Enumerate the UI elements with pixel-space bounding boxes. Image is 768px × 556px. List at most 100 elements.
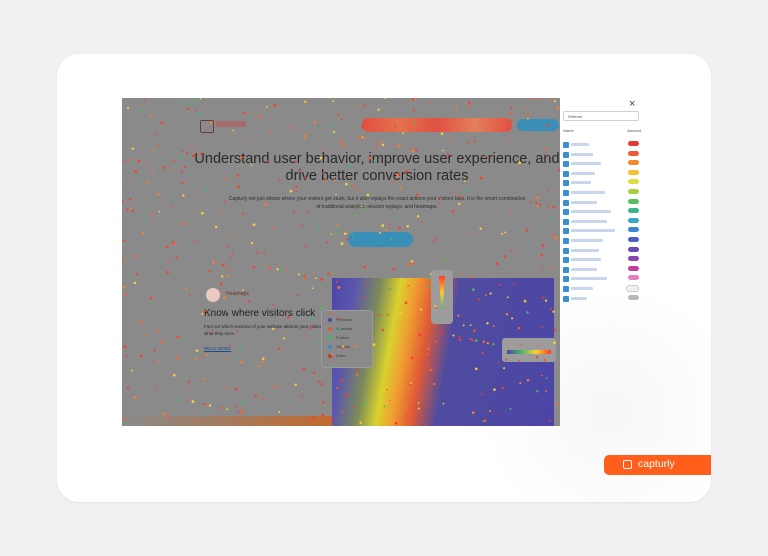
row-checkbox[interactable] [563,238,569,244]
close-icon[interactable]: × [629,98,635,110]
row-checkbox[interactable] [563,151,569,158]
click-dot [327,272,330,275]
click-dot [375,145,378,148]
click-dot [458,335,461,338]
referrer-row[interactable] [563,189,641,196]
click-dot [296,294,299,297]
click-dot [415,148,418,151]
color-swatch[interactable] [628,169,639,175]
click-dot [384,228,388,232]
row-checkbox[interactable] [563,257,569,264]
row-checkbox[interactable] [563,209,569,216]
click-dot [173,198,176,201]
color-swatch[interactable] [628,246,639,252]
click-dot [153,349,156,352]
click-dot [427,347,430,350]
referrer-row[interactable] [563,237,641,244]
color-swatch[interactable] [628,141,639,146]
click-dot [356,188,359,191]
row-checkbox[interactable] [563,295,569,302]
click-dot [197,113,201,116]
click-dot [274,385,277,388]
row-checkbox[interactable] [563,199,569,206]
click-dot [218,211,221,214]
row-checkbox[interactable] [563,170,569,177]
click-dot [408,122,412,125]
click-dot [193,98,197,101]
click-dot [261,397,263,400]
click-dot [166,270,170,274]
referrer-row[interactable] [563,265,641,273]
click-dot [221,275,224,278]
referrer-row[interactable] [563,227,641,235]
click-dot [330,353,333,356]
click-dot [229,344,231,347]
click-dot [452,334,455,337]
color-swatch[interactable] [628,237,639,242]
click-dot [201,312,204,315]
referrer-row[interactable] [563,141,641,148]
click-dot [530,98,533,100]
referrer-row[interactable] [563,256,641,264]
referrer-row[interactable] [563,198,641,206]
click-dot [479,227,482,230]
click-dot [330,233,333,235]
row-checkbox[interactable] [563,247,569,254]
referrer-row[interactable] [563,160,641,168]
color-swatch[interactable] [628,265,639,271]
click-dot [223,357,226,360]
row-checkbox[interactable] [563,180,569,187]
click-dot [143,212,146,215]
click-dot [356,373,359,376]
row-checkbox[interactable] [563,161,569,168]
click-dot [457,314,460,317]
color-swatch[interactable] [628,208,639,214]
click-dot [333,131,336,134]
click-dot [223,296,227,299]
color-swatch[interactable] [628,275,639,281]
click-dot [406,225,409,228]
color-swatch[interactable] [628,189,639,194]
color-swatch[interactable] [628,256,639,262]
referrer-row[interactable] [563,208,641,216]
row-label [571,277,607,281]
color-swatch[interactable] [628,150,639,156]
heatmap-screenshot: Understand user behavior, improve user e… [122,98,560,426]
click-dot [238,410,240,413]
color-swatch[interactable] [626,285,639,292]
click-dot [158,210,161,213]
click-dot [126,386,129,389]
color-swatch[interactable] [628,227,639,233]
click-dot [354,345,357,348]
click-dot [264,264,267,267]
row-checkbox[interactable] [563,190,569,196]
referrer-row[interactable] [563,246,641,254]
color-swatch[interactable] [628,160,639,166]
row-checkbox[interactable] [563,266,569,273]
referrer-row[interactable] [563,294,641,302]
referrer-row[interactable] [563,150,641,158]
color-swatch[interactable] [628,179,639,185]
click-dot [440,197,443,200]
row-checkbox[interactable] [563,228,569,235]
color-swatch[interactable] [628,294,639,300]
row-checkbox[interactable] [563,142,569,148]
referrer-row[interactable] [563,217,641,225]
click-dot [286,270,289,274]
click-dot [202,377,205,380]
color-swatch[interactable] [628,217,639,223]
referrer-row[interactable] [563,285,641,292]
row-checkbox[interactable] [563,218,569,225]
color-swatch[interactable] [628,198,639,204]
click-dot [493,388,496,391]
row-checkbox[interactable] [563,276,569,283]
click-dot [548,155,550,158]
row-checkbox[interactable] [563,286,569,292]
referrer-row[interactable] [563,275,641,283]
referrer-row[interactable] [563,179,641,187]
click-dot [321,413,325,417]
referrer-select[interactable]: Referrer [563,111,639,121]
referrer-row[interactable] [563,169,641,177]
click-dot [552,310,555,313]
click-dot [322,401,325,404]
